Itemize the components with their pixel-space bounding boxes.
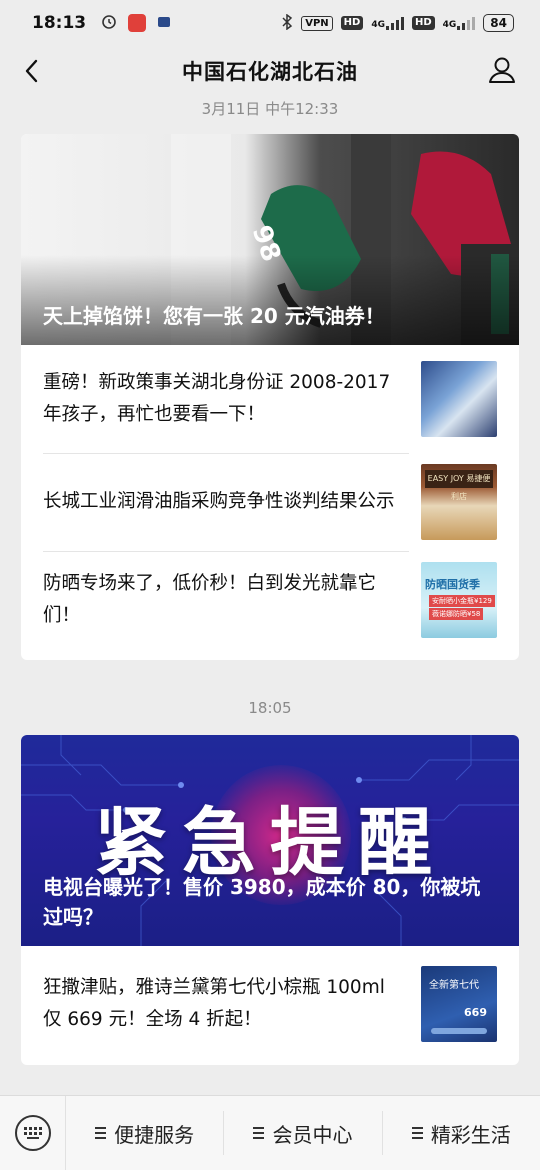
hero-article[interactable]: 紧急提醒 电视台曝光了！售价 3980，成本价 80，你被坑过吗？ (21, 735, 519, 946)
menu-item-label: 便捷服务 (114, 1122, 195, 1147)
menu-item-label: 会员中心 (272, 1122, 353, 1147)
app-notification-icon (128, 14, 147, 32)
page-title: 中国石化湖北石油 (182, 60, 358, 84)
keyboard-toggle-button[interactable] (0, 1095, 66, 1170)
article-title: 防晒专场来了，低价秒！白到发光就靠它们！ (43, 573, 377, 626)
thumbnail-text: 全新第七代 (429, 980, 479, 991)
menu-list-icon (411, 1127, 423, 1139)
hd-badge-2: HD (411, 16, 435, 30)
article-title: 狂撒津贴，雅诗兰黛第七代小棕瓶 100ml 仅 669 元！全场 4 折起！ (43, 977, 385, 1030)
hero-caption: 天上掉馅饼！您有一张 20 元汽油券！ (43, 304, 385, 328)
hero-caption: 电视台曝光了！售价 3980，成本价 80，你被坑过吗？ (43, 875, 481, 929)
hd-badge: HD (340, 16, 364, 30)
list-item[interactable]: 长城工业润滑油脂采购竞争性谈判结果公示 EASY JOY 易捷便利店 (21, 453, 519, 551)
article-thumbnail (421, 361, 497, 437)
message-timestamp: 3月11日 中午12:33 (201, 100, 339, 118)
thumbnail-tag: 薇诺娜防晒¥58 (429, 608, 484, 620)
signal-icon: 4G (371, 16, 404, 30)
list-item[interactable]: 狂撒津贴，雅诗兰黛第七代小棕瓶 100ml 仅 669 元！全场 4 折起！ 全… (21, 946, 519, 1062)
article-thumbnail: 全新第七代 669 (421, 966, 497, 1042)
thumbnail-decoration (431, 1028, 487, 1034)
thumbnail-text: 防晒国货季 (425, 578, 480, 591)
bottom-menu-bar: 便捷服务 会员中心 精彩生活 (0, 1095, 540, 1170)
list-item[interactable]: 重磅！新政策事关湖北身份证 2008-2017 年孩子，再忙也要看一下！ (21, 345, 519, 453)
signal-icon-2: 4G (443, 16, 476, 30)
article-thumbnail: 防晒国货季 安耐晒小金瓶¥129 薇诺娜防晒¥58 (421, 562, 497, 638)
nav-bar: 中国石化湖北石油 (0, 46, 540, 96)
thumbnail-text: EASY JOY 易捷便利店 (425, 470, 493, 501)
article-title: 重磅！新政策事关湖北身份证 2008-2017 年孩子，再忙也要看一下！ (43, 372, 391, 425)
list-item[interactable]: 防晒专场来了，低价秒！白到发光就靠它们！ 防晒国货季 安耐晒小金瓶¥129 薇诺… (21, 551, 519, 649)
vpn-badge: VPN (301, 15, 333, 31)
status-bar: 18:13 VPN HD 4G HD 4G 84 (0, 0, 540, 46)
menu-list-icon (253, 1127, 265, 1139)
menu-item-member-center[interactable]: 会员中心 (224, 1111, 383, 1155)
back-arrow-icon[interactable] (18, 56, 48, 86)
menu-item-convenient-services[interactable]: 便捷服务 (66, 1111, 225, 1155)
article-card: 98 天上掉馅饼！您有一张 20 元汽油券！ 重磅！新政策事关湖北身份证 200… (21, 134, 519, 660)
menu-item-label: 精彩生活 (430, 1122, 511, 1147)
bluetooth-icon (281, 13, 293, 33)
hero-article[interactable]: 98 天上掉馅饼！您有一张 20 元汽油券！ (21, 134, 519, 345)
battery-indicator: 84 (483, 14, 514, 32)
menu-list-icon (95, 1127, 107, 1139)
keyboard-icon (14, 1115, 51, 1151)
article-title: 长城工业润滑油脂采购竞争性谈判结果公示 (43, 491, 395, 512)
app-notification-icon-2 (156, 13, 172, 34)
thumbnail-price: 669 (464, 1006, 487, 1019)
hero-gradient (21, 255, 519, 345)
status-time: 18:13 (32, 13, 87, 33)
alarm-icon (100, 12, 118, 35)
menu-item-wonderful-life[interactable]: 精彩生活 (383, 1111, 540, 1155)
message-timestamp: 18:05 (248, 699, 292, 717)
article-card: 紧急提醒 电视台曝光了！售价 3980，成本价 80，你被坑过吗？ 狂撒津贴，雅… (21, 735, 519, 1065)
article-thumbnail: EASY JOY 易捷便利店 (421, 464, 497, 540)
profile-icon[interactable] (486, 54, 518, 86)
thumbnail-tag: 安耐晒小金瓶¥129 (429, 595, 495, 607)
